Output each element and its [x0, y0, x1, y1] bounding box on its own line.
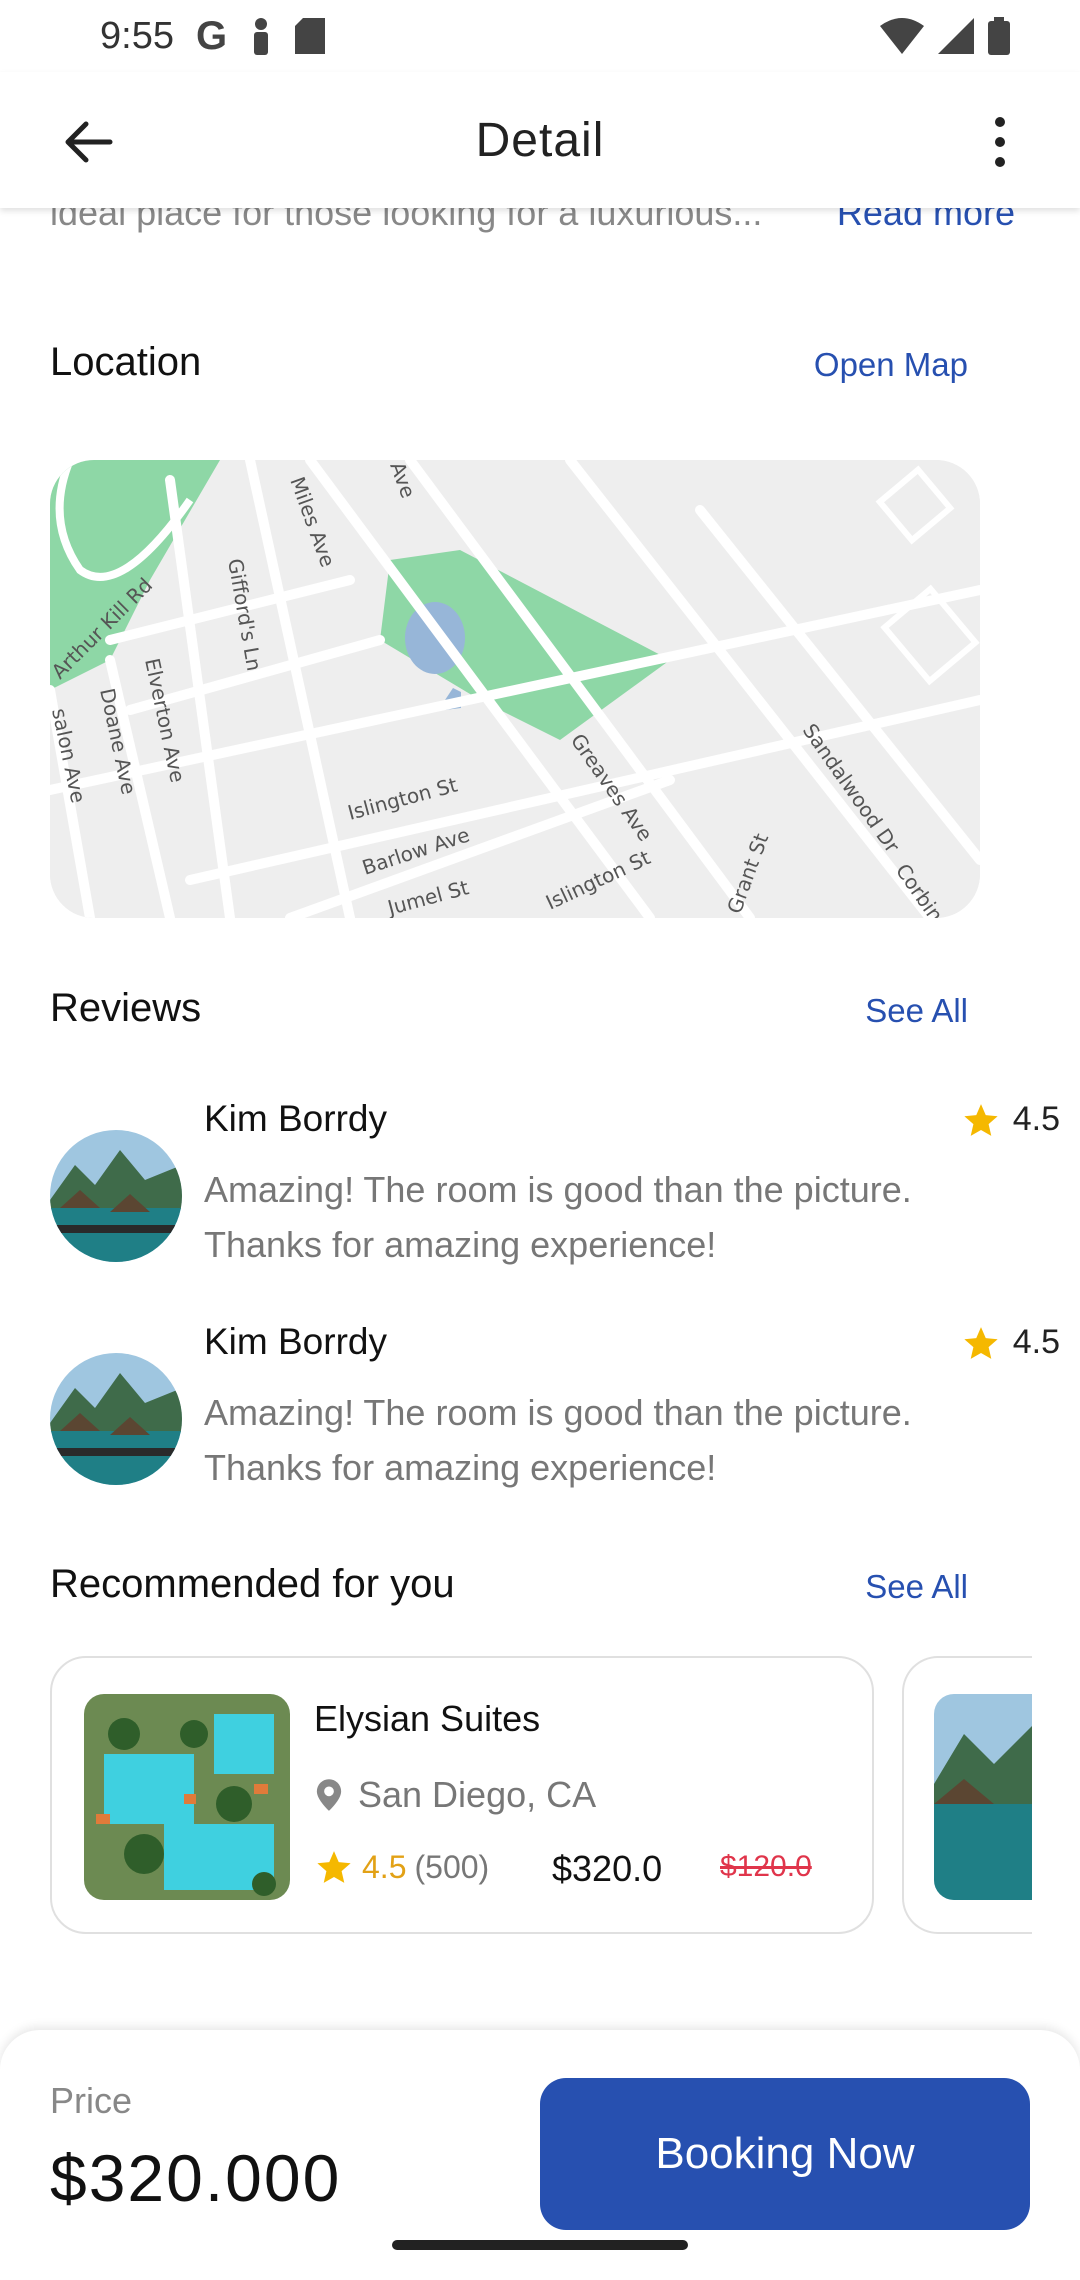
location-pin-icon — [316, 1779, 342, 1811]
hotel-location: San Diego, CA — [314, 1774, 596, 1816]
review-item: Kim Borrdy 4.5 Amazing! The room is good… — [50, 1098, 1060, 1300]
signal-icon — [938, 18, 974, 54]
reviewer-name: Kim Borrdy — [204, 1321, 387, 1362]
status-bar: 9:55 G — [0, 0, 1080, 72]
location-map[interactable]: Arthur Kill Rd Gifford's Ln Miles Ave El… — [50, 460, 980, 918]
review-item: Kim Borrdy 4.5 Amazing! The room is good… — [50, 1321, 1060, 1523]
sd-card-icon — [295, 18, 326, 54]
home-indicator[interactable] — [392, 2240, 688, 2250]
hotel-name: Elysian Suites — [314, 1698, 541, 1739]
hotel-card[interactable]: Elysian Suites San Diego, CA 4.5 (500) $… — [50, 1656, 874, 1934]
star-icon — [317, 1851, 351, 1883]
avatar — [50, 1130, 182, 1262]
recommended-title: Recommended for you — [50, 1562, 455, 1606]
open-map-link[interactable]: Open Map — [814, 346, 968, 384]
review-text: Amazing! The room is good than the pictu… — [204, 1392, 912, 1488]
hotel-old-price: $120.0 — [720, 1850, 812, 1883]
booking-now-button[interactable]: Booking Now — [540, 2078, 1030, 2230]
price-value: $320.000 — [50, 2141, 342, 2215]
review-rating: 4.5 — [961, 1323, 1060, 1362]
price-label: Price — [50, 2080, 133, 2121]
reviewer-name: Kim Borrdy — [204, 1098, 387, 1139]
reviews-see-all-link[interactable]: See All — [865, 992, 968, 1030]
location-title: Location — [50, 340, 202, 384]
hotel-price: $320.0 — [552, 1848, 663, 1889]
hotel-image — [84, 1694, 290, 1900]
recommended-see-all-link[interactable]: See All — [865, 1568, 968, 1606]
review-text: Amazing! The room is good than the pictu… — [204, 1169, 912, 1265]
hotel-image — [934, 1694, 1032, 1900]
avatar — [50, 1353, 182, 1485]
hotel-location-text: San Diego, CA — [358, 1774, 597, 1815]
more-vert-icon[interactable] — [980, 112, 1020, 172]
google-icon: G — [195, 13, 228, 58]
page-title: Detail — [475, 113, 605, 167]
rating-count: (500) — [414, 1848, 490, 1885]
rating-value: 4.5 — [1012, 1100, 1060, 1138]
reviews-title: Reviews — [50, 986, 202, 1030]
detail-screen: 9:55 G Detail ideal place for those look… — [0, 0, 1080, 2280]
rating-score: 4.5 — [362, 1848, 407, 1885]
hotel-card-next[interactable] — [902, 1656, 1032, 1934]
star-icon — [964, 1103, 998, 1136]
rating-value: 4.5 — [1012, 1323, 1060, 1361]
review-rating: 4.5 — [961, 1100, 1060, 1139]
clock: 9:55 — [100, 14, 174, 57]
star-icon — [964, 1326, 998, 1359]
app-bar: Detail — [0, 72, 1080, 208]
wifi-icon — [880, 18, 924, 54]
person-icon — [254, 18, 269, 55]
battery-icon — [988, 17, 1010, 55]
hotel-rating: 4.5 (500) — [314, 1848, 489, 1886]
map-image: Arthur Kill Rd Gifford's Ln Miles Ave El… — [50, 460, 980, 918]
